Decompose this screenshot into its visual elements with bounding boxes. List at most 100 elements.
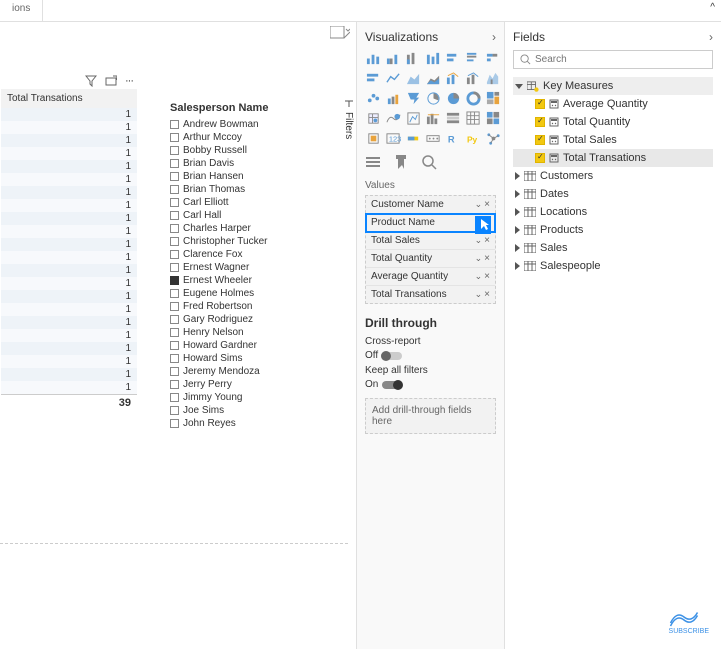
viz-type-icon[interactable] <box>485 130 501 146</box>
checkbox-icon[interactable] <box>170 419 179 428</box>
checkbox-icon[interactable] <box>535 117 545 127</box>
checkbox-icon[interactable] <box>170 393 179 402</box>
remove-icon[interactable]: × <box>484 253 490 264</box>
viz-type-icon[interactable] <box>425 70 441 86</box>
chevron-down-icon[interactable]: ⌄ <box>475 235 483 246</box>
remove-icon[interactable]: × <box>484 199 490 210</box>
field-well-item[interactable]: Customer Name⌄× <box>366 196 495 214</box>
viz-type-icon[interactable]: 123 <box>385 130 401 146</box>
viz-type-icon[interactable] <box>465 110 481 126</box>
viz-type-icon[interactable] <box>445 110 461 126</box>
slicer-item[interactable]: Howard Sims <box>170 352 330 365</box>
checkbox-icon[interactable] <box>170 406 179 415</box>
table-row[interactable]: 1 <box>1 251 137 264</box>
viz-type-icon[interactable] <box>445 90 461 106</box>
viz-type-icon[interactable] <box>405 130 421 146</box>
table-row[interactable]: 1 <box>1 147 137 160</box>
viz-type-icon[interactable] <box>405 70 421 86</box>
chevron-right-icon[interactable] <box>515 190 520 198</box>
table-row[interactable]: 1 <box>1 225 137 238</box>
fields-table[interactable]: Customers <box>513 167 713 185</box>
slicer-item[interactable]: Gary Rodriguez <box>170 313 330 326</box>
chevron-down-icon[interactable]: ⌄ <box>475 271 483 282</box>
chevron-right-icon[interactable] <box>515 262 520 270</box>
chevron-down-icon[interactable]: ⌄ <box>475 253 483 264</box>
viz-type-icon[interactable] <box>485 70 501 86</box>
checkbox-icon[interactable] <box>170 146 179 155</box>
table-row[interactable]: 1 <box>1 160 137 173</box>
viz-type-icon[interactable] <box>465 50 481 66</box>
field-well-item[interactable]: Product Name⌄× <box>366 214 495 232</box>
viz-type-icon[interactable] <box>445 70 461 86</box>
checkbox-icon[interactable] <box>170 354 179 363</box>
viz-type-icon[interactable] <box>425 50 441 66</box>
viz-type-icon[interactable] <box>485 90 501 106</box>
checkbox-icon[interactable] <box>535 99 545 109</box>
slicer-item[interactable]: Brian Thomas <box>170 183 330 196</box>
checkbox-icon[interactable] <box>170 237 179 246</box>
checkbox-icon[interactable] <box>170 159 179 168</box>
checkbox-icon[interactable] <box>170 172 179 181</box>
slicer-item[interactable]: Jerry Perry <box>170 378 330 391</box>
fields-item[interactable]: Average Quantity <box>513 95 713 113</box>
viz-type-icon[interactable] <box>365 50 381 66</box>
checkbox-icon[interactable] <box>170 328 179 337</box>
viz-type-icon[interactable] <box>485 110 501 126</box>
checkbox-icon[interactable] <box>170 185 179 194</box>
slicer-item[interactable]: Clarence Fox <box>170 248 330 261</box>
focus-icon[interactable] <box>105 75 117 87</box>
collapse-viz-icon[interactable]: › <box>492 30 496 44</box>
analytics-tab-icon[interactable] <box>421 154 437 170</box>
viz-type-icon[interactable] <box>385 90 401 106</box>
table-row[interactable]: 1 <box>1 134 137 147</box>
slicer-item[interactable]: Joe Sims <box>170 404 330 417</box>
table-row[interactable]: 1 <box>1 329 137 342</box>
table-row[interactable]: 1 <box>1 108 137 121</box>
checkbox-icon[interactable] <box>170 120 179 129</box>
table-row[interactable]: 1 <box>1 342 137 355</box>
collapse-fields-icon[interactable]: › <box>709 30 713 44</box>
viz-type-icon[interactable] <box>405 50 421 66</box>
table-row[interactable]: 1 <box>1 173 137 186</box>
field-well-item[interactable]: Total Transations⌄× <box>366 286 495 303</box>
field-well-item[interactable]: Total Quantity⌄× <box>366 250 495 268</box>
chevron-right-icon[interactable] <box>515 244 520 252</box>
more-icon[interactable]: ··· <box>125 75 133 87</box>
viz-type-icon[interactable] <box>385 50 401 66</box>
table-row[interactable]: 1 <box>1 238 137 251</box>
table-row[interactable]: 1 <box>1 264 137 277</box>
checkbox-icon[interactable] <box>170 380 179 389</box>
viz-type-icon[interactable] <box>365 70 381 86</box>
viz-type-icon[interactable] <box>385 110 401 126</box>
viz-type-icon[interactable] <box>445 50 461 66</box>
slicer-item[interactable]: Andrew Bowman <box>170 118 330 131</box>
checkbox-icon[interactable] <box>170 289 179 298</box>
fields-tab-icon[interactable] <box>365 154 381 170</box>
viz-type-icon[interactable] <box>405 110 421 126</box>
viz-type-icon[interactable] <box>425 90 441 106</box>
checkbox-icon[interactable] <box>170 250 179 259</box>
chevron-right-icon[interactable] <box>515 208 520 216</box>
remove-icon[interactable]: × <box>484 217 490 228</box>
table-row[interactable]: 1 <box>1 290 137 303</box>
report-tab[interactable]: ions <box>0 0 43 21</box>
table-row[interactable]: 1 <box>1 355 137 368</box>
viz-type-icon[interactable] <box>465 90 481 106</box>
checkbox-icon[interactable] <box>170 211 179 220</box>
table-row[interactable]: 1 <box>1 368 137 381</box>
fields-table[interactable]: Locations <box>513 203 713 221</box>
viz-type-icon[interactable] <box>365 110 381 126</box>
slicer-item[interactable]: Christopher Tucker <box>170 235 330 248</box>
slicer-item[interactable]: Jeremy Mendoza <box>170 365 330 378</box>
table-row[interactable]: 1 <box>1 316 137 329</box>
table-row[interactable]: 1 <box>1 303 137 316</box>
slicer-item[interactable]: Brian Hansen <box>170 170 330 183</box>
table-row[interactable]: 1 <box>1 121 137 134</box>
slicer-visual[interactable]: Salesperson Name Andrew BowmanArthur Mcc… <box>170 102 330 430</box>
viz-type-icon[interactable] <box>485 50 501 66</box>
checkbox-icon[interactable] <box>535 135 545 145</box>
checkbox-icon[interactable] <box>170 198 179 207</box>
chevron-right-icon[interactable] <box>515 226 520 234</box>
checkbox-icon[interactable] <box>170 315 179 324</box>
filter-icon[interactable] <box>85 75 97 87</box>
